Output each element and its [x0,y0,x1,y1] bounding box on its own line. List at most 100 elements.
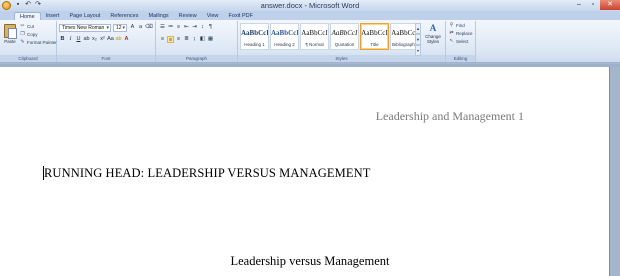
copy-label: Copy [27,32,38,37]
paragraph-group: ☰ ≔ ≡ ⇤ ⇥ ↕ ¶ ≡ ≡ ≡ ≣ ↨ ◧ ▦ Paragraph [156,21,238,62]
style-quotation[interactable]: AaBbCcI Quotation [330,23,359,50]
tab-references[interactable]: References [105,12,143,20]
bullets-icon[interactable]: ☰ [159,24,166,31]
style-name: Heading 1 [244,42,265,47]
shrink-font-icon[interactable]: a [137,24,144,31]
find-label: Find [456,23,465,28]
subscript-icon[interactable]: x₂ [91,36,98,43]
style-sample: AaBbCcI [301,29,328,37]
replace-label: Replace [456,31,473,36]
running-head-text[interactable]: RUNNING HEAD: LEADERSHIP VERSUS MANAGEME… [44,166,370,181]
document-title-text[interactable]: Leadership versus Management [0,254,620,269]
tab-insert[interactable]: Insert [41,12,65,20]
replace-icon: ⇄ [449,30,454,36]
style-title[interactable]: AaBbCcI Title [360,23,389,50]
sort-icon[interactable]: ↕ [199,24,206,31]
change-styles-button[interactable]: A Change Styles [423,23,443,51]
styles-group-label: Styles [238,55,445,62]
scissors-icon: ✂ [20,23,25,29]
style-name: Quotation [334,42,355,47]
italic-icon[interactable]: I [67,36,74,43]
multilevel-list-icon[interactable]: ≡ [175,24,182,31]
style-name: Bibliography [392,42,417,47]
style-sample: AaBbCcI [271,29,298,37]
minimize-button[interactable]: – [572,0,586,10]
select-button[interactable]: ↖ Select [449,38,469,45]
font-size-tools: A a ⌫ [129,24,153,31]
font-group-label: Font [57,55,155,62]
cut-label: Cut [27,24,35,29]
ribbon: Paste ✂ Cut ❐ Copy ✎ Format Painter Clip… [0,20,620,63]
window-title: answer.docx - Microsoft Word [260,1,360,10]
style-name: Title [370,42,379,47]
paste-button[interactable]: Paste [2,24,18,52]
more-styles-icon[interactable]: ▾ [415,45,421,56]
align-right-icon[interactable]: ≡ [175,36,182,43]
cut-button[interactable]: ✂ Cut [20,23,35,30]
style-normal[interactable]: AaBbCcI ¶ Normal [300,23,329,50]
clipboard-group-label: Clipboard [0,55,56,62]
styles-gallery-scroll: ▲ ▼ ▾ [415,23,421,56]
paragraph-group-label: Paragraph [156,55,237,62]
borders-icon[interactable]: ▦ [207,36,214,43]
window-controls: – ▫ ✕ [572,0,620,10]
style-sample: AaBbCcI [361,29,388,37]
binoculars-icon: ⚲ [449,22,454,28]
clipboard-icon [4,24,17,39]
tab-home[interactable]: Home [14,12,41,20]
decrease-indent-icon[interactable]: ⇤ [183,24,190,31]
justify-icon[interactable]: ≣ [183,36,190,43]
increase-indent-icon[interactable]: ⇥ [191,24,198,31]
document-page[interactable]: Leadership and Management 1 RUNNING HEAD… [0,67,610,276]
change-styles-label: Change Styles [425,34,441,44]
replace-button[interactable]: ⇄ Replace [449,30,473,37]
line-spacing-icon[interactable]: ↨ [191,36,198,43]
align-center-icon[interactable]: ≡ [167,36,174,43]
tab-view[interactable]: View [202,12,224,20]
shading-icon[interactable]: ◧ [199,36,206,43]
strikethrough-icon[interactable]: ab [83,36,90,43]
style-heading-2[interactable]: AaBbCcI Heading 2 [270,23,299,50]
title-bar: ▪ ↶ ↷ answer.docx - Microsoft Word – ▫ ✕ [0,0,620,11]
find-button[interactable]: ⚲ Find [449,22,465,29]
close-button[interactable]: ✕ [600,0,620,10]
tab-page-layout[interactable]: Page Layout [64,12,105,20]
select-icon: ↖ [449,38,454,44]
format-painter-button[interactable]: ✎ Format Painter [20,39,57,46]
superscript-icon[interactable]: x² [99,36,106,43]
change-styles-icon: A [429,23,437,33]
font-style-tools: B I U ab x₂ x² Aa ab A [59,36,130,43]
style-sample: AaBbCcI [391,29,418,37]
highlight-icon[interactable]: ab [115,36,122,43]
scroll-up-icon[interactable]: ▲ [415,23,421,34]
underline-icon[interactable]: U [75,36,82,43]
bold-icon[interactable]: B [59,36,66,43]
editing-group-label: Editing [446,55,475,62]
clear-formatting-icon[interactable]: ⌫ [145,24,153,31]
numbering-icon[interactable]: ≔ [167,24,174,31]
font-size-select[interactable]: 12 [113,24,127,32]
brush-icon: ✎ [20,39,25,45]
tab-mailings[interactable]: Mailings [143,12,173,20]
change-case-icon[interactable]: Aa [107,36,114,43]
maximize-button[interactable]: ▫ [586,0,600,10]
tab-review[interactable]: Review [174,12,202,20]
scroll-down-icon[interactable]: ▼ [415,34,421,45]
quick-styles-gallery: AaBbCcI Heading 1 AaBbCcI Heading 2 AaBb… [240,23,419,50]
font-color-icon[interactable]: A [123,36,130,43]
style-heading-1[interactable]: AaBbCcI Heading 1 [240,23,269,50]
show-marks-icon[interactable]: ¶ [207,24,214,31]
style-sample: AaBbCcI [241,29,268,37]
page-header-text[interactable]: Leadership and Management 1 [376,109,524,124]
font-family-select[interactable]: Times New Roman [59,24,111,32]
tab-foxit-pdf[interactable]: Foxit PDF [224,12,258,20]
select-label: Select [456,39,469,44]
copy-button[interactable]: ❐ Copy [20,32,38,38]
alignment-tools: ≡ ≡ ≡ ≣ ↨ ◧ ▦ [159,36,214,43]
clipboard-group: Paste ✂ Cut ❐ Copy ✎ Format Painter Clip… [0,21,57,62]
format-painter-label: Format Painter [27,40,57,45]
grow-font-icon[interactable]: A [129,24,136,31]
style-name: Heading 2 [274,42,295,47]
font-group: Times New Roman 12 A a ⌫ B I U ab x₂ x² … [57,21,156,62]
align-left-icon[interactable]: ≡ [159,36,166,43]
